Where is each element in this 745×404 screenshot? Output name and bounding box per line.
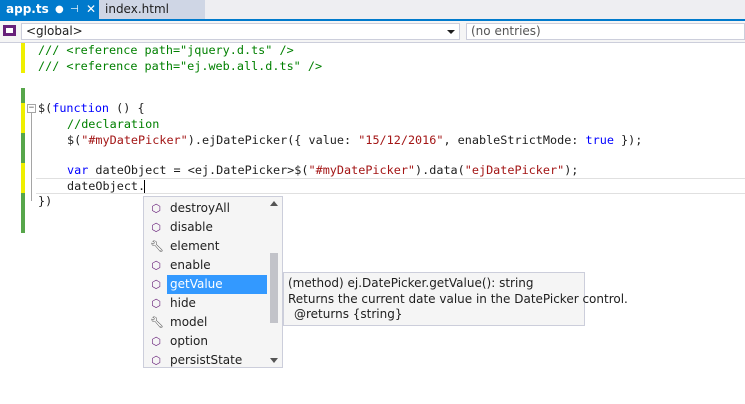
method-icon: ⬡ [151, 278, 161, 291]
chevron-down-icon [447, 30, 455, 34]
list-item-selected[interactable]: ⬡ getValue [146, 275, 267, 294]
method-icon: ⬡ [151, 202, 161, 215]
code-editor[interactable]: − /// <reference path="jquery.d.ts" /> /… [0, 43, 745, 404]
document-tab-strip: app.ts ● ⊣ ✕ index.html [0, 0, 745, 21]
method-icon: ⬡ [151, 221, 161, 234]
tooltip-returns: @returns {string} [294, 307, 403, 321]
scope-value: <global> [26, 24, 83, 38]
list-item[interactable]: ⬡ hide [146, 294, 266, 313]
list-item[interactable]: 🔧︎ model [146, 313, 266, 332]
method-icon: ⬡ [151, 297, 161, 310]
code-line-9: dateObject. [67, 179, 146, 193]
scope-dropdown[interactable]: <global> [21, 23, 460, 40]
method-icon: ⬡ [151, 354, 161, 367]
wrench-icon: 🔧︎ [150, 316, 164, 329]
scroll-down-icon[interactable] [270, 358, 278, 363]
navigation-bar: <global> (no entries) [0, 21, 745, 43]
outline-guide [31, 113, 32, 201]
list-item[interactable]: ⬡ option [146, 332, 266, 351]
change-margin-saved [21, 193, 25, 233]
code-line-10: }) [38, 194, 53, 208]
scroll-up-icon[interactable] [270, 201, 278, 206]
modified-indicator-icon: ● [55, 4, 64, 15]
member-value: (no entries) [471, 24, 541, 38]
member-dropdown[interactable]: (no entries) [466, 23, 745, 40]
code-line-5: //declaration [67, 117, 160, 131]
tab-label: index.html [105, 2, 169, 16]
change-margin-saved [21, 88, 25, 103]
list-item[interactable]: ⬡ disable [146, 218, 266, 237]
tooltip-signature: (method) ej.DatePicker.getValue(): strin… [288, 276, 534, 290]
completion-scrollbar[interactable] [269, 199, 280, 365]
quick-info-tooltip: (method) ej.DatePicker.getValue(): strin… [283, 272, 628, 326]
project-icon [3, 25, 16, 36]
change-margin-unsaved [21, 103, 25, 133]
method-icon: ⬡ [151, 259, 161, 272]
change-margin-saved [21, 133, 25, 163]
change-margin-saved [21, 43, 25, 73]
code-line-1: /// <reference path="jquery.d.ts" /> [38, 43, 294, 57]
change-margin-unsaved [21, 163, 25, 193]
code-line-8: var dateObject = <ej.DatePicker>$("#myDa… [67, 163, 579, 177]
wrench-icon: 🔧︎ [150, 240, 164, 253]
list-item[interactable]: ⬡ destroyAll [146, 199, 266, 218]
tooltip-description: Returns the current date value in the Da… [288, 291, 628, 306]
completion-list[interactable]: ⬡ destroyAll ⬡ disable 🔧︎ element ⬡ enab… [143, 196, 283, 368]
code-line-6: $("#myDatePicker").ejDatePicker({ value:… [67, 133, 643, 147]
list-item[interactable]: ⬡ persistState [146, 351, 266, 367]
scroll-thumb[interactable] [270, 253, 278, 323]
list-item[interactable]: 🔧︎ element [146, 237, 266, 256]
method-icon: ⬡ [151, 335, 161, 348]
code-line-2: /// <reference path="ej.web.all.d.ts" /> [38, 59, 323, 73]
tab-app-ts[interactable]: app.ts ● ⊣ ✕ [0, 0, 99, 19]
close-icon[interactable]: ✕ [86, 0, 96, 19]
tab-index-html[interactable]: index.html [99, 0, 205, 19]
code-line-4: $(function () { [38, 101, 145, 115]
tab-label: app.ts [6, 2, 49, 16]
text-caret [144, 180, 145, 193]
collapse-toggle-icon[interactable]: − [27, 104, 36, 113]
pin-icon[interactable]: ⊣ [70, 0, 79, 19]
list-item[interactable]: ⬡ enable [146, 256, 266, 275]
